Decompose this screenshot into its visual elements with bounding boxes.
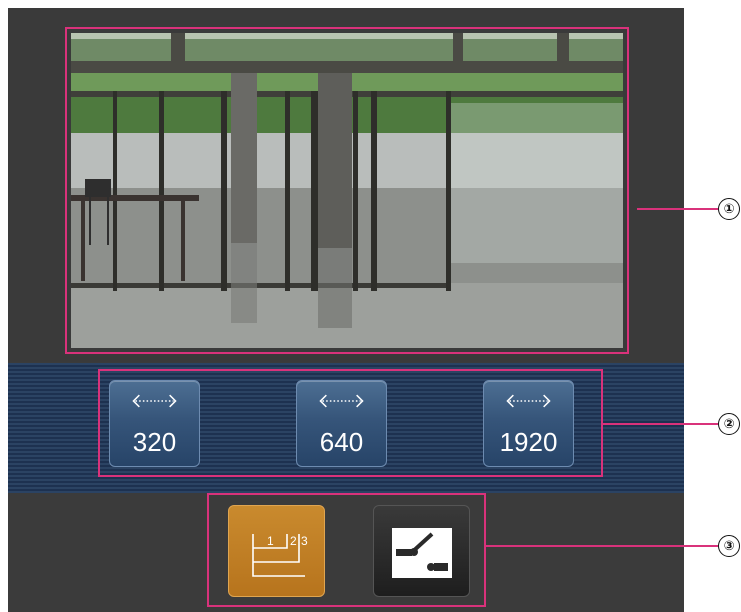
double-arrow-icon — [319, 394, 364, 408]
multi-screen-label-3: 3 — [301, 534, 308, 548]
callout-line-2 — [603, 423, 718, 425]
callout-line-3 — [486, 545, 718, 547]
callout-number-2: ② — [718, 413, 740, 435]
multi-screen-label-1: 1 — [267, 534, 274, 548]
resolution-640-button[interactable]: 640 — [296, 380, 387, 467]
resolution-value: 640 — [319, 427, 364, 457]
multi-screen-button[interactable]: 1 2 3 — [228, 505, 325, 597]
camera-viewer: 320 640 1920 1 2 3 — [8, 8, 684, 612]
double-arrow-icon — [506, 394, 551, 408]
callout-number-1: ① — [718, 198, 740, 220]
callout-number-3: ③ — [718, 535, 740, 557]
resolution-320-button[interactable]: 320 — [109, 380, 200, 467]
mode-bar: 1 2 3 — [8, 493, 684, 612]
double-arrow-icon — [132, 394, 177, 408]
live-video-image[interactable] — [71, 33, 623, 348]
setup-button[interactable] — [373, 505, 470, 597]
resolution-value: 1920 — [499, 427, 558, 457]
video-area — [8, 8, 684, 362]
mode-highlight-frame: 1 2 3 — [207, 493, 486, 607]
resolution-1920-button[interactable]: 1920 — [483, 380, 574, 467]
multi-screen-label-2: 2 — [290, 534, 297, 548]
video-highlight-frame — [65, 27, 629, 354]
multi-screen-icon: 1 2 3 — [252, 534, 308, 577]
callout-line-1 — [637, 208, 718, 210]
setup-icon — [392, 528, 452, 578]
resolution-bar: 320 640 1920 — [8, 363, 684, 493]
camera-scene — [71, 33, 623, 348]
resolution-value: 320 — [132, 427, 177, 457]
resolution-highlight-frame: 320 640 1920 — [98, 369, 603, 477]
